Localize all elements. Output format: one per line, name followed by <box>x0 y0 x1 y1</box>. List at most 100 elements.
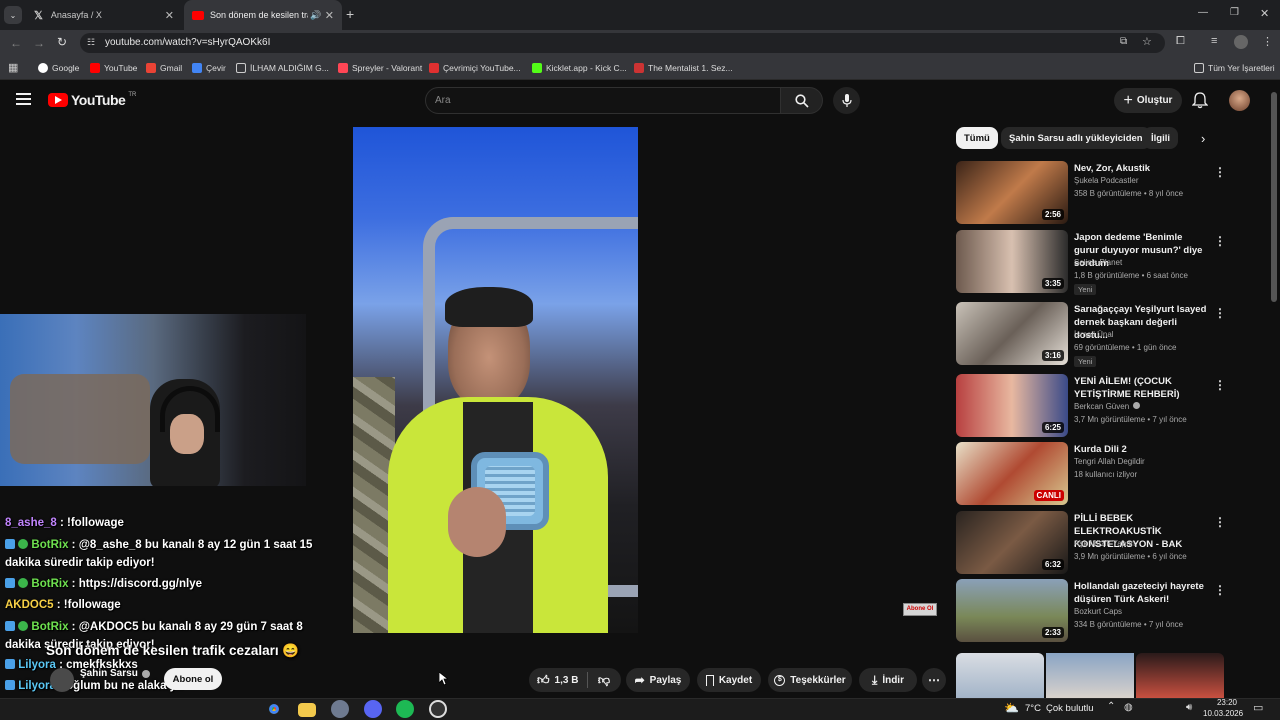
reload-icon[interactable]: ↻ <box>57 35 67 49</box>
site-info-icon[interactable]: ☷ <box>87 37 95 48</box>
bookmark-ilham[interactable]: İLHAM ALDIĞIM G... <box>236 61 329 75</box>
bookmark-mentalist[interactable]: The Mentalist 1. Sez... <box>634 61 733 75</box>
tray-chevron-icon[interactable]: ⌃ <box>1107 701 1115 712</box>
video-thumbnail[interactable]: 2:33 <box>956 579 1068 642</box>
dislike-button[interactable]: 👎︎ <box>588 668 620 692</box>
video-thumbnail[interactable]: 2:56 <box>956 161 1068 224</box>
download-button[interactable]: ⤓ İndir <box>859 668 917 692</box>
speaker-icon[interactable]: 🔊 <box>310 10 321 21</box>
restore-button[interactable]: ❐ <box>1230 7 1239 18</box>
save-button[interactable]: Kaydet <box>697 668 761 692</box>
close-tab-icon[interactable]: ✕ <box>165 9 174 22</box>
video-thumbnail[interactable]: 3:16 <box>956 302 1068 365</box>
recommendation-card[interactable]: 6:32 PİLLİ BEBEK ELEKTROAKUSTİK KONSTELAS… <box>956 511 1226 575</box>
more-options-icon[interactable]: ⋮ <box>1214 165 1226 179</box>
new-tab-button[interactable]: + <box>346 6 354 22</box>
recommendation-title[interactable]: YENİ AİLEM! (ÇOCUK YETİŞTİRME REHBERİ) <box>1074 375 1209 401</box>
recommendation-title[interactable]: Kurda Dili 2 <box>1074 443 1209 456</box>
subscribe-button[interactable]: Abone ol <box>164 668 222 690</box>
bookmark-cevir[interactable]: Çevir <box>192 61 226 75</box>
recommendation-channel[interactable]: Aşk Müzik Yapım <box>1074 539 1135 548</box>
recommendation-title[interactable]: Hollandalı gazeteciyi hayrete düşüren Tü… <box>1074 580 1209 606</box>
recommendation-channel[interactable]: Bozkurt Caps <box>1074 607 1122 616</box>
url-bar[interactable]: ☷ youtube.com/watch?v=sHyrQAOKk6I ⧉ ☆ <box>80 33 1165 53</box>
spotify-icon[interactable] <box>396 700 414 718</box>
recommendation-card[interactable]: CANLI Kurda Dili 2 Tengri Allah Degildir 18… <box>956 442 1226 506</box>
forward-icon[interactable]: → <box>33 36 45 50</box>
recommendation-channel[interactable]: Tengri Allah Degildir <box>1074 457 1145 466</box>
page-scrollbar[interactable] <box>1271 92 1277 302</box>
voice-search-button[interactable] <box>833 87 860 114</box>
create-button[interactable]: + Oluştur <box>1114 88 1182 113</box>
extensions-icon[interactable]: ⧠ <box>1176 35 1185 48</box>
minimize-button[interactable]: — <box>1198 7 1208 18</box>
recommendation-card[interactable]: 3:35 Japon dedeme 'Benimle gurur duyuyor … <box>956 230 1226 295</box>
tab-x[interactable]: 𝕏 Anasayfa / X ✕ <box>26 0 182 30</box>
chip-from-uploader[interactable]: Şahin Sarsu adlı yükleyiciden <box>1001 127 1151 149</box>
more-options-icon[interactable]: ⋮ <box>1214 306 1226 320</box>
bookmark-cevrimici[interactable]: Çevrimiçi YouTube... <box>429 61 521 75</box>
tab-search-button[interactable]: ⌄ <box>4 6 22 24</box>
close-window-button[interactable]: ✕ <box>1260 7 1269 20</box>
cast-icon[interactable]: ⧉ <box>1120 36 1127 47</box>
chips-next-chevron-icon[interactable]: › <box>1201 131 1205 146</box>
recommendation-channel[interactable]: Berkcan Güven <box>1074 402 1141 411</box>
recommendation-card[interactable]: 2:33 Hollandalı gazeteciyi hayrete düşüre… <box>956 579 1226 643</box>
bookmark-star-icon[interactable]: ☆ <box>1142 35 1152 48</box>
live-badge: CANLI <box>1033 490 1064 501</box>
video-thumbnail[interactable]: 3:35 <box>956 230 1068 293</box>
video-player[interactable] <box>353 127 638 633</box>
recommendation-card[interactable]: 3:16 Sarıağaççayı Yeşilyurt Isayed dernek… <box>956 302 1226 367</box>
profile-icon[interactable] <box>1234 35 1248 49</box>
bookmark-youtube[interactable]: YouTube <box>90 61 137 75</box>
notification-center-icon[interactable]: ▭ <box>1253 701 1263 714</box>
recommendation-card[interactable]: 6:25 YENİ AİLEM! (ÇOCUK YETİŞTİRME REHBER… <box>956 374 1226 438</box>
all-bookmarks[interactable]: Tüm Yer İşaretleri <box>1194 61 1275 75</box>
apps-grid-icon[interactable]: ▦ <box>8 61 18 74</box>
bookmark-google[interactable]: Google <box>38 61 79 75</box>
speaker-tray-icon[interactable]: 🔊︎ <box>1186 702 1192 713</box>
more-options-icon[interactable]: ⋮ <box>1214 515 1226 529</box>
share-button[interactable]: ➦ Paylaş <box>626 668 690 692</box>
video-thumbnail[interactable]: CANLI <box>956 442 1068 505</box>
chip-related[interactable]: İlgili <box>1143 127 1178 149</box>
chrome-menu-icon[interactable]: ⋮ <box>1262 35 1273 48</box>
avatar[interactable] <box>1229 90 1250 111</box>
channel-name[interactable]: Şahin Sarsu <box>80 668 150 679</box>
tab-youtube[interactable]: Son dönem de kesilen trafik 🔊 ✕ <box>184 0 342 30</box>
app-taskbar-icon[interactable] <box>331 700 349 718</box>
video-thumbnail[interactable]: 6:25 <box>956 374 1068 437</box>
hamburger-menu-icon[interactable] <box>16 93 31 105</box>
search-button[interactable] <box>781 87 823 114</box>
file-explorer-icon[interactable] <box>298 703 316 717</box>
recommendation-channel[interactable]: Şukela Podcastler <box>1074 176 1138 185</box>
partial-thumbnail[interactable] <box>1136 653 1224 698</box>
chip-all[interactable]: Tümü <box>956 127 998 149</box>
bookmark-gmail[interactable]: Gmail <box>146 61 182 75</box>
partial-thumbnail[interactable] <box>956 653 1044 698</box>
discord-icon[interactable] <box>364 700 382 718</box>
obs-icon[interactable] <box>429 700 447 718</box>
reading-list-icon[interactable]: ≡ <box>1211 35 1217 47</box>
recommendation-card[interactable]: 2:56 Nev, Zor, Akustik Şukela Podcastler 35… <box>956 161 1226 225</box>
video-thumbnail[interactable]: 6:32 <box>956 511 1068 574</box>
back-icon[interactable]: ← <box>10 36 22 50</box>
more-options-icon[interactable]: ⋮ <box>1214 234 1226 248</box>
bookmark-spreyler[interactable]: Spreyler - Valorant <box>338 61 422 75</box>
notifications-bell-icon[interactable] <box>1192 92 1208 109</box>
chrome-taskbar-icon[interactable] <box>265 700 283 718</box>
recommendation-channel[interactable]: Selin's Planet <box>1074 258 1122 267</box>
thanks-button[interactable]: $ Teşekkürler <box>768 668 852 692</box>
bookmark-kicklet[interactable]: Kicklet.app - Kick C... <box>532 61 627 75</box>
search-input[interactable]: Ara <box>425 87 781 114</box>
more-options-icon[interactable]: ⋮ <box>1214 378 1226 392</box>
channel-avatar[interactable] <box>50 668 74 692</box>
youtube-logo[interactable]: YouTube TR <box>48 92 136 108</box>
recommendation-title[interactable]: Nev, Zor, Akustik <box>1074 162 1209 175</box>
partial-thumbnail[interactable] <box>1046 653 1134 698</box>
close-tab-icon[interactable]: ✕ <box>325 9 334 22</box>
recommendation-channel[interactable]: İsmail Ünal <box>1074 330 1114 339</box>
like-button[interactable]: 👍︎ 1,3 B <box>529 668 587 692</box>
more-actions-button[interactable]: ⋯ <box>922 668 946 692</box>
more-options-icon[interactable]: ⋮ <box>1214 583 1226 597</box>
